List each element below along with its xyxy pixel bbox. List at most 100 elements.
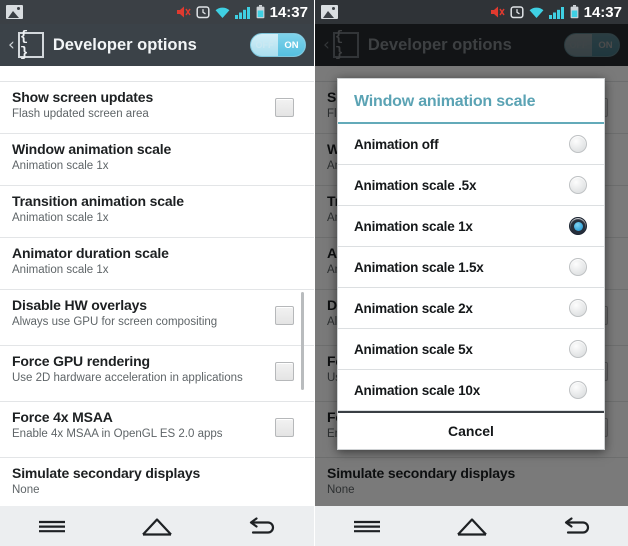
- settings-row[interactable]: Force GPU rendering Use 2D hardware accel…: [0, 346, 314, 402]
- dialog-option-label: Animation off: [354, 136, 439, 152]
- nav-menu-button[interactable]: [12, 506, 92, 546]
- alarm-clock-icon: [510, 5, 524, 19]
- settings-row[interactable]: Show screen updates Flash updated screen …: [0, 82, 314, 134]
- wifi-icon: [529, 6, 544, 19]
- settings-row-title: Show screen updates: [12, 89, 154, 105]
- home-icon: [142, 518, 172, 536]
- settings-row-subtitle: Flash updated screen area: [12, 108, 149, 120]
- settings-row[interactable]: Window animation scale Animation scale 1x: [0, 134, 314, 186]
- radio-button[interactable]: [569, 340, 587, 358]
- back-icon: [564, 517, 589, 534]
- dialog-option[interactable]: Animation scale .5x: [338, 165, 604, 206]
- settings-row-checkbox[interactable]: [275, 418, 294, 437]
- alarm-clock-icon: [196, 5, 210, 19]
- nav-bar: [0, 506, 314, 546]
- status-bar: 14:37: [315, 0, 628, 24]
- settings-row-subtitle: Always use GPU for screen compositing: [12, 316, 218, 328]
- dialog-option-label: Animation scale 1x: [354, 218, 473, 234]
- nav-bar: [315, 506, 628, 546]
- screen-right: 14:37 ‹ { } Developer options OFF ON Sho…: [314, 0, 628, 546]
- settings-row-subtitle: Animation scale 1x: [12, 212, 109, 224]
- dialog-option[interactable]: Animation scale 2x: [338, 288, 604, 329]
- dialog-option[interactable]: Animation scale 1x: [338, 206, 604, 247]
- toggle-off-label: OFF: [251, 34, 278, 56]
- photo-icon: [6, 5, 23, 19]
- settings-row-title: Transition animation scale: [12, 193, 184, 209]
- dialog-title: Window animation scale: [338, 79, 604, 124]
- status-bar-right: 14:37: [176, 4, 308, 21]
- battery-icon: [256, 5, 265, 19]
- dialog-option[interactable]: Animation scale 1.5x: [338, 247, 604, 288]
- settings-row-subtitle: Use 2D hardware acceleration in applicat…: [12, 372, 243, 384]
- settings-row-subtitle: Animation scale 1x: [12, 160, 109, 172]
- settings-row-title: Force GPU rendering: [12, 353, 150, 369]
- photo-icon: [321, 5, 338, 19]
- nav-back-button[interactable]: [537, 506, 617, 546]
- settings-row-subtitle: Enable 4x MSAA in OpenGL ES 2.0 apps: [12, 428, 223, 440]
- home-icon: [457, 518, 487, 536]
- settings-row[interactable]: Animator duration scale Animation scale 1…: [0, 238, 314, 290]
- settings-row-title: Simulate secondary displays: [12, 465, 201, 481]
- nav-home-button[interactable]: [117, 506, 197, 546]
- nav-menu-button[interactable]: [327, 506, 407, 546]
- settings-row[interactable]: Disable HW overlays Always use GPU for sc…: [0, 290, 314, 346]
- cancel-button[interactable]: Cancel: [338, 411, 604, 449]
- screen-left: 14:37 ‹ { } Developer options OFF ON Sho…: [0, 0, 314, 546]
- radio-button[interactable]: [569, 381, 587, 399]
- dialog-option-label: Animation scale 5x: [354, 341, 473, 357]
- settings-row[interactable]: Transition animation scale Animation scal…: [0, 186, 314, 238]
- dialog-option[interactable]: Animation scale 10x: [338, 370, 604, 411]
- back-chevron-icon[interactable]: ‹: [8, 36, 15, 54]
- dialog-option-label: Animation scale 10x: [354, 382, 481, 398]
- radio-button[interactable]: [569, 299, 587, 317]
- developer-braces-icon: { }: [17, 29, 44, 61]
- settings-row-checkbox[interactable]: [275, 362, 294, 381]
- status-bar: 14:37: [0, 0, 314, 24]
- dual-screenshot: 14:37 ‹ { } Developer options OFF ON Sho…: [0, 0, 628, 546]
- settings-row-title: Force 4x MSAA: [12, 409, 113, 425]
- settings-row-title: Animator duration scale: [12, 245, 169, 261]
- dialog-option-label: Animation scale .5x: [354, 177, 477, 193]
- nav-back-button[interactable]: [222, 506, 302, 546]
- battery-icon: [570, 5, 579, 19]
- clock-time: 14:37: [583, 3, 622, 21]
- dialog-option-label: Animation scale 2x: [354, 300, 473, 316]
- wifi-icon: [215, 6, 230, 19]
- settings-row-checkbox[interactable]: [275, 98, 294, 117]
- settings-row-subtitle: None: [12, 484, 40, 496]
- mute-speaker-icon: [490, 5, 505, 19]
- radio-button[interactable]: [569, 258, 587, 276]
- window-animation-scale-dialog: Window animation scale Animation off Anim…: [337, 78, 605, 450]
- settings-row[interactable]: Simulate secondary displays None: [0, 458, 314, 510]
- list-scrollbar[interactable]: [301, 292, 304, 390]
- dialog-option-label: Animation scale 1.5x: [354, 259, 484, 275]
- menu-icon: [39, 520, 66, 533]
- action-bar: ‹ { } Developer options OFF ON: [0, 24, 314, 66]
- settings-row-title: Window animation scale: [12, 141, 172, 157]
- back-icon: [249, 517, 274, 534]
- status-bar-left: [321, 5, 338, 19]
- radio-button[interactable]: [569, 176, 587, 194]
- settings-row-title: Disable HW overlays: [12, 297, 147, 313]
- settings-row-subtitle: Animation scale 1x: [12, 264, 109, 276]
- dialog-option[interactable]: Animation scale 5x: [338, 329, 604, 370]
- page-title: Developer options: [52, 35, 197, 54]
- menu-icon: [354, 520, 381, 533]
- dialog-option[interactable]: Animation off: [338, 124, 604, 165]
- radio-button-selected[interactable]: [569, 217, 587, 235]
- dialog-option-list: Animation off Animation scale .5x Animatio…: [338, 124, 604, 411]
- nav-home-button[interactable]: [432, 506, 512, 546]
- signal-bars-icon: [234, 6, 251, 19]
- signal-bars-icon: [548, 6, 565, 19]
- settings-row-checkbox[interactable]: [275, 306, 294, 325]
- clock-time: 14:37: [269, 3, 308, 21]
- toggle-on-label: ON: [278, 34, 305, 56]
- status-bar-right: 14:37: [490, 4, 622, 21]
- status-bar-left: [6, 5, 23, 19]
- radio-button[interactable]: [569, 135, 587, 153]
- mute-speaker-icon: [176, 5, 191, 19]
- settings-row[interactable]: Force 4x MSAA Enable 4x MSAA in OpenGL ES…: [0, 402, 314, 458]
- developer-options-toggle[interactable]: OFF ON: [250, 33, 306, 57]
- settings-list[interactable]: Show screen updates Flash updated screen …: [0, 82, 314, 510]
- partial-scrolled-row: [0, 66, 314, 82]
